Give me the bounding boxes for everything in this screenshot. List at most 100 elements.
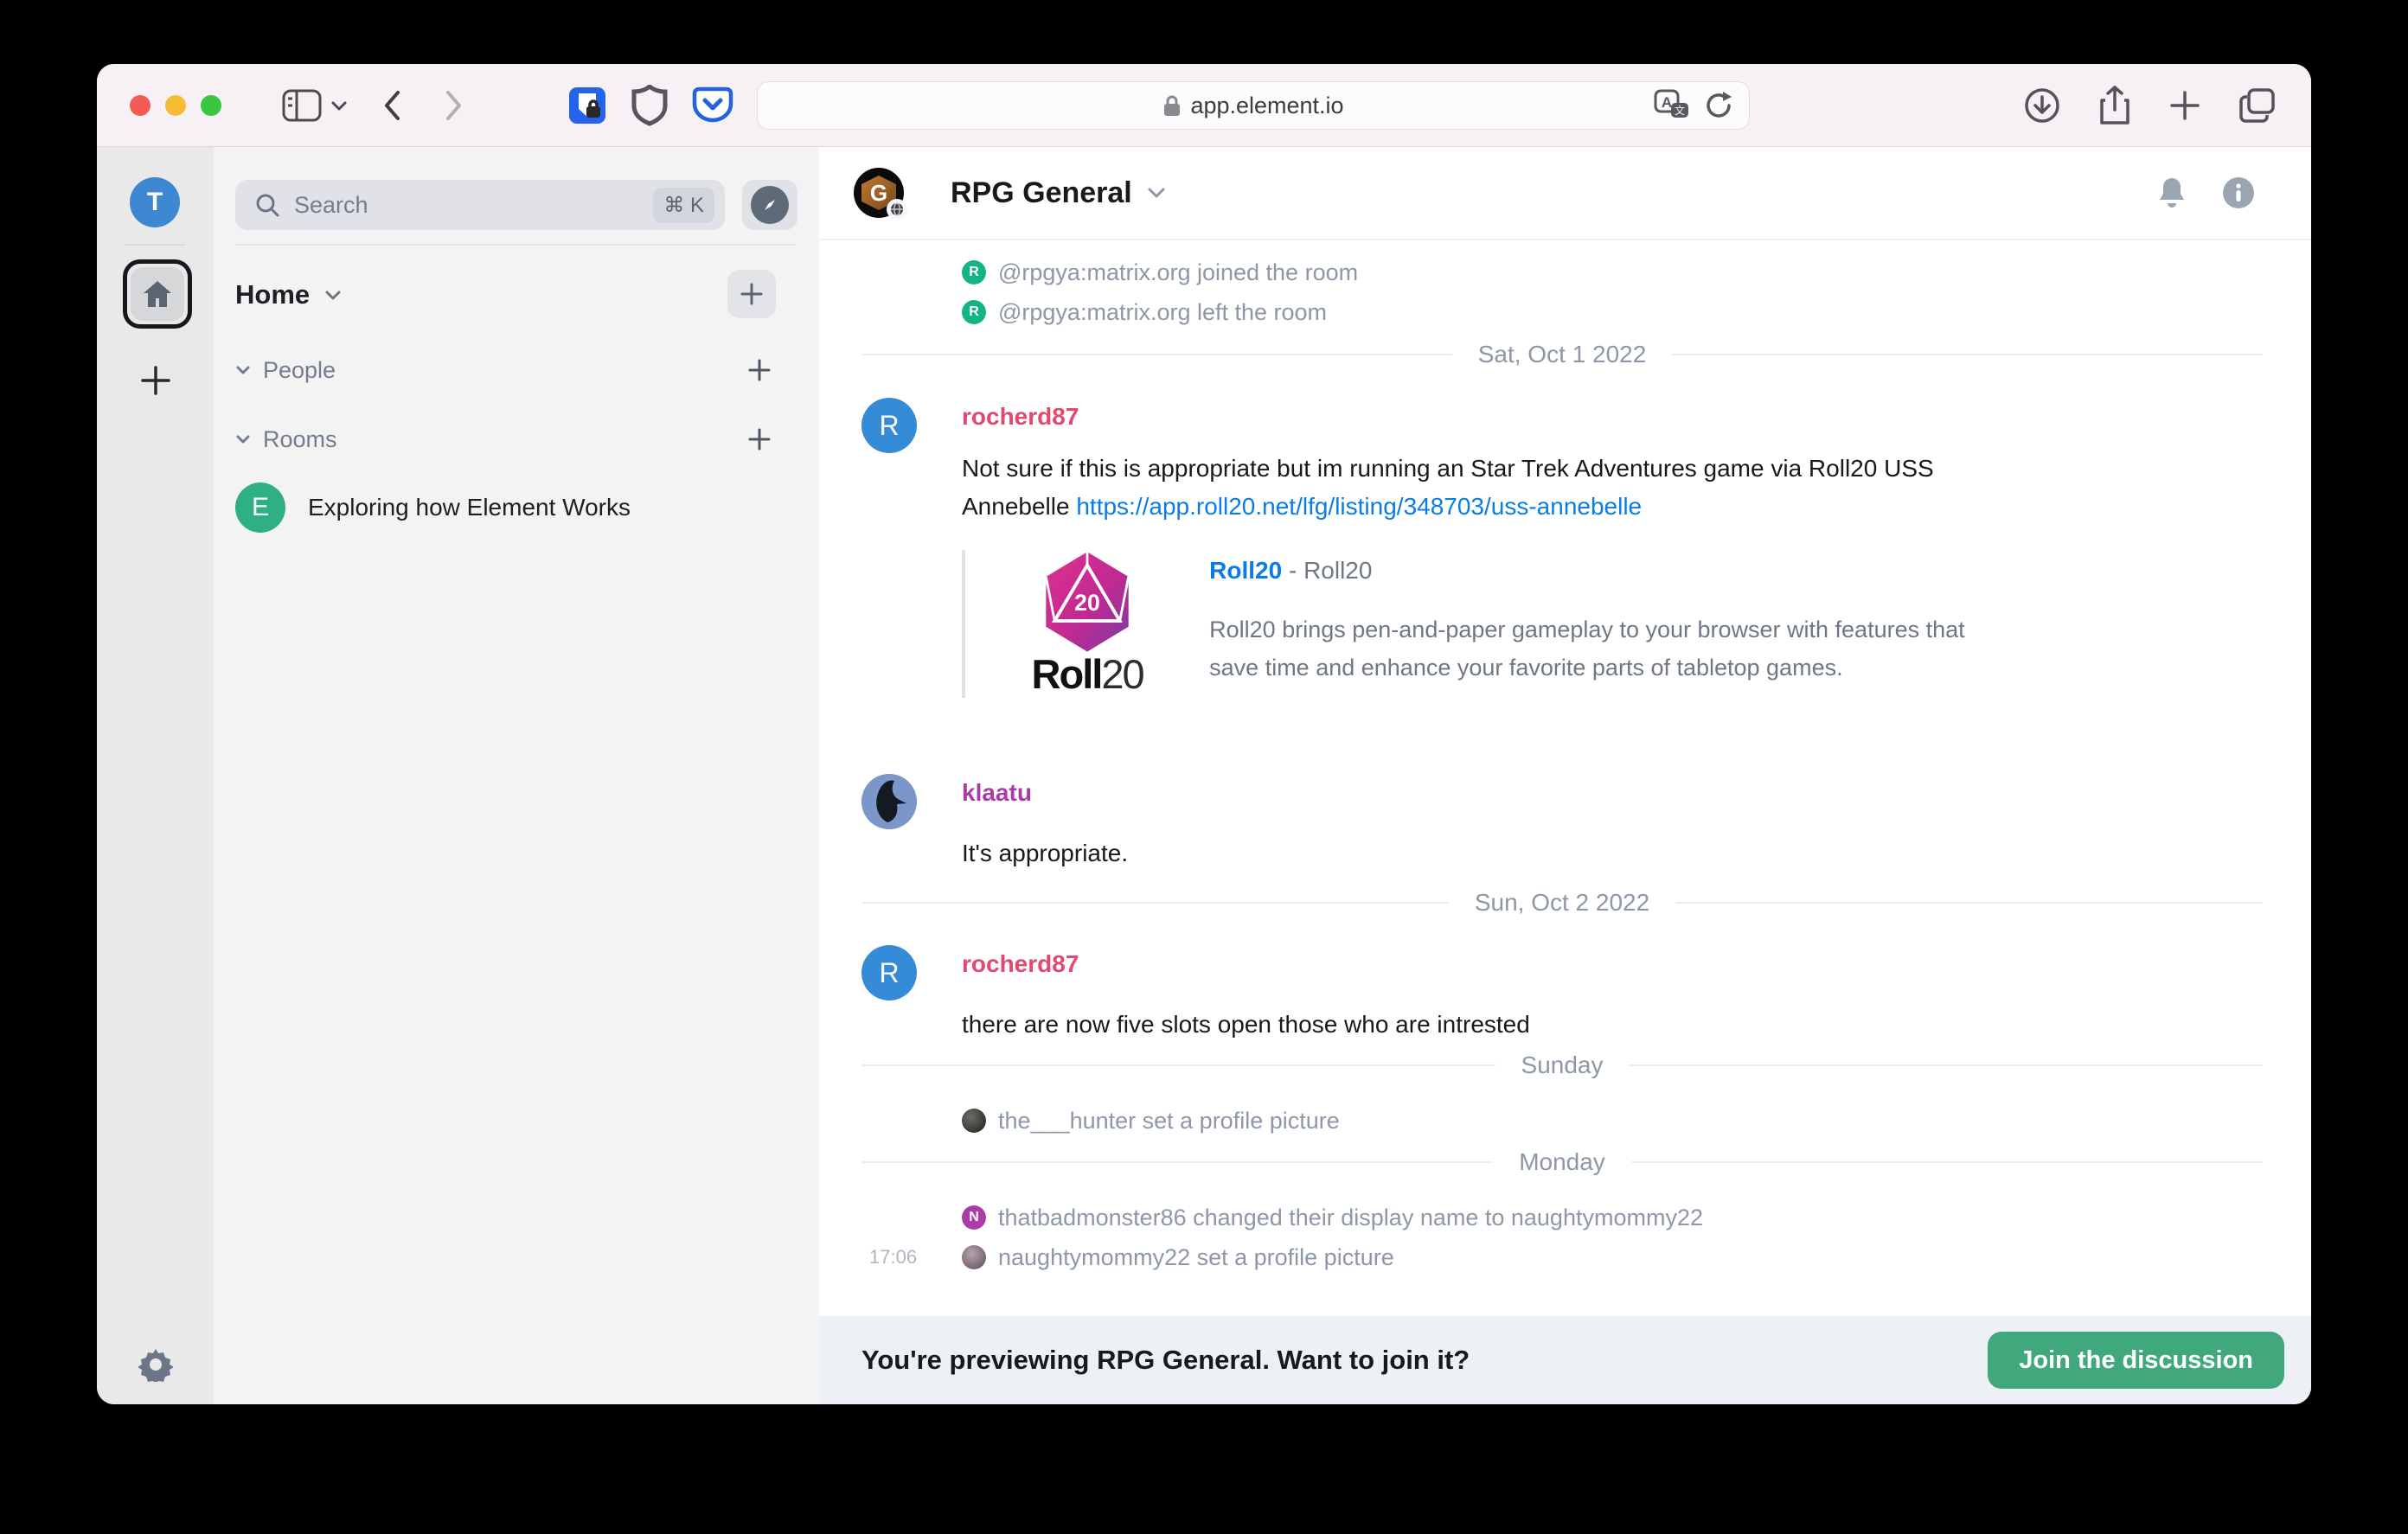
date-separator: Sun, Oct 2 2022 (861, 885, 2263, 921)
section-label: Rooms (263, 426, 337, 453)
membership-event: R @rpgya:matrix.org joined the room (962, 252, 2263, 292)
sender-name[interactable]: rocherd87 (962, 945, 2263, 983)
preview-prompt: You're previewing RPG General. Want to j… (861, 1345, 1470, 1376)
create-space-button[interactable] (97, 355, 214, 406)
room-title[interactable]: RPG General (951, 176, 1132, 210)
message: R rocherd87 Not sure if this is appropri… (861, 398, 2263, 698)
avatar: R (962, 260, 986, 284)
notifications-bell-icon[interactable] (2155, 176, 2188, 210)
profile-event: the___hunter set a profile picture (962, 1101, 2263, 1141)
event-text: thatbadmonster86 changed their display n… (998, 1205, 1703, 1231)
message: R rocherd87 there are now five slots ope… (861, 945, 2263, 1044)
tab-overview-icon[interactable] (2238, 87, 2277, 124)
compass-icon (759, 194, 781, 216)
sidebar-toggle-icon[interactable] (282, 89, 322, 122)
preview-bar: You're previewing RPG General. Want to j… (819, 1316, 2311, 1404)
svg-text:20: 20 (1074, 590, 1100, 616)
url-bar[interactable]: app.element.io A文 (757, 81, 1750, 130)
event-text: naughtymommy22 set a profile picture (998, 1244, 1394, 1271)
space-chevron-down-icon[interactable] (323, 288, 343, 302)
explore-rooms-button[interactable] (742, 180, 797, 230)
message-link[interactable]: https://app.roll20.net/lfg/listing/34870… (1076, 493, 1642, 520)
space-name[interactable]: Home (235, 279, 310, 310)
timestamp: 17:06 (869, 1246, 917, 1269)
home-space-button[interactable] (123, 259, 192, 329)
add-room-button[interactable] (747, 427, 772, 451)
date-separator: Sat, Oct 1 2022 (861, 332, 2263, 377)
password-extension-icon[interactable] (567, 86, 607, 125)
plus-icon (747, 358, 772, 382)
room-header: G RPG General (819, 147, 2311, 240)
back-button[interactable] (382, 90, 401, 121)
preview-description: Roll20 brings pen-and-paper gameplay to … (1209, 610, 2004, 687)
room-info-icon[interactable] (2221, 176, 2256, 210)
avatar (962, 1245, 986, 1269)
room-list-item[interactable]: E Exploring how Element Works (235, 482, 797, 534)
search-bar[interactable]: ⌘ K (235, 180, 725, 230)
traffic-lights (130, 95, 221, 116)
avatar (962, 1109, 986, 1133)
reload-icon[interactable] (1704, 90, 1733, 121)
avatar[interactable] (861, 774, 917, 829)
bird-avatar-image (861, 774, 917, 829)
user-avatar[interactable]: T (130, 177, 180, 227)
room-list-panel: ⌘ K Home People (214, 147, 819, 1404)
add-people-button[interactable] (747, 358, 772, 382)
forward-button[interactable] (445, 90, 464, 121)
room-list-divider (235, 244, 796, 246)
avatar[interactable]: R (861, 398, 917, 453)
avatar: R (962, 300, 986, 324)
section-people[interactable]: People (235, 349, 797, 391)
chevron-down-icon (235, 433, 251, 445)
settings-button[interactable] (97, 1347, 214, 1382)
public-room-globe-icon (887, 199, 907, 220)
minimize-window-button[interactable] (165, 95, 186, 116)
share-icon[interactable] (2098, 86, 2131, 125)
close-window-button[interactable] (130, 95, 150, 116)
plus-icon (747, 427, 772, 451)
date-separator: Sunday (861, 1047, 2263, 1083)
sender-name[interactable]: klaatu (962, 774, 2263, 812)
zoom-window-button[interactable] (201, 95, 221, 116)
message-timeline[interactable]: R @rpgya:matrix.org joined the room R @r… (819, 240, 2311, 1316)
add-button[interactable] (727, 270, 776, 318)
preview-title-link[interactable]: Roll20 (1209, 557, 1282, 584)
svg-text:A: A (1662, 94, 1672, 111)
event-text: @rpgya:matrix.org joined the room (998, 259, 1358, 286)
browser-toolbar: app.element.io A文 (97, 64, 2311, 147)
pocket-extension-icon[interactable] (692, 86, 733, 125)
rename-event: N thatbadmonster86 changed their display… (962, 1198, 2263, 1237)
chat-panel: G RPG General R (819, 147, 2311, 1404)
search-icon (254, 192, 280, 218)
browser-window: app.element.io A文 (97, 64, 2311, 1404)
section-rooms[interactable]: Rooms (235, 419, 797, 460)
avatar[interactable]: R (861, 945, 917, 1000)
element-app: T ⌘ K (97, 147, 2311, 1404)
message: klaatu It's appropriate. (861, 774, 2263, 872)
membership-event: R @rpgya:matrix.org left the room (962, 292, 2263, 332)
svg-text:文: 文 (1675, 104, 1685, 117)
plus-icon (739, 281, 765, 307)
join-discussion-button[interactable]: Join the discussion (1988, 1332, 2284, 1389)
shield-extension-icon[interactable] (631, 85, 668, 126)
event-text: the___hunter set a profile picture (998, 1108, 1340, 1135)
room-header-avatar[interactable]: G (854, 168, 904, 218)
space-rail: T (97, 147, 214, 1404)
date-separator: Monday (861, 1144, 2263, 1180)
room-name: Exploring how Element Works (308, 494, 631, 521)
translate-icon[interactable]: A文 (1654, 89, 1690, 122)
plus-icon (139, 364, 172, 397)
lock-icon (1162, 93, 1182, 118)
downloads-icon[interactable] (2024, 87, 2060, 124)
new-tab-icon[interactable] (2169, 90, 2200, 121)
room-menu-chevron-icon[interactable] (1146, 186, 1167, 200)
room-avatar: E (235, 483, 285, 533)
search-input[interactable] (294, 192, 653, 219)
sidebar-dropdown-chevron-icon[interactable] (330, 99, 348, 112)
sender-name[interactable]: rocherd87 (962, 398, 2263, 436)
link-preview-card[interactable]: 20 Roll20 Roll20 - Roll20 Roll20 brings … (962, 550, 2004, 698)
rail-divider (125, 244, 185, 246)
search-shortcut-badge: ⌘ K (653, 188, 714, 223)
gear-icon (138, 1347, 173, 1382)
message-body: there are now five slots open those who … (962, 1006, 2013, 1044)
